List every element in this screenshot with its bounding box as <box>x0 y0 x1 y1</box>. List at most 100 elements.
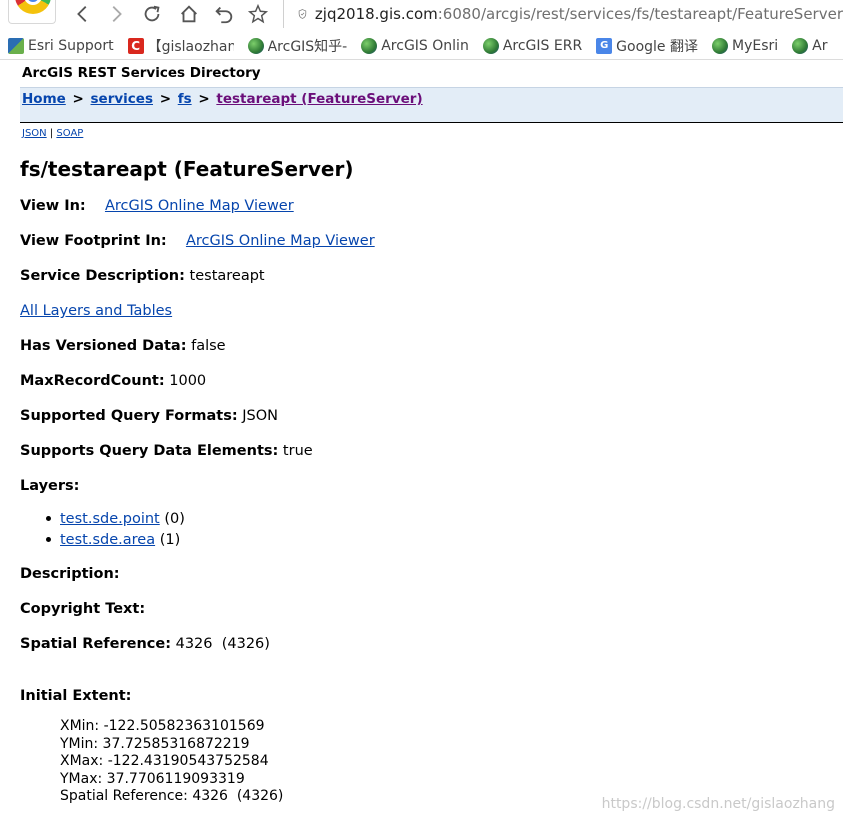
page-title: fs/testareapt (FeatureServer) <box>20 157 354 181</box>
bookmark-arcgis-online[interactable]: ArcGIS Onlin <box>361 37 469 54</box>
initial-extent-values: XMin: -122.50582363101569 YMin: 37.72585… <box>60 718 283 806</box>
bookmark-label: ArcGIS Onlin <box>381 37 469 54</box>
layer-link[interactable]: test.sde.area <box>60 532 155 548</box>
forward-icon[interactable] <box>104 2 128 26</box>
initial-extent-heading: Initial Extent: <box>20 688 131 704</box>
service-description-row: Service Description: testareapt <box>20 268 265 284</box>
bookmark-gislaozhang[interactable]: C 【gislaozhan <box>127 36 234 56</box>
service-description-label: Service Description: <box>20 268 185 284</box>
json-format-link[interactable]: JSON <box>22 128 47 139</box>
soap-format-link[interactable]: SOAP <box>56 128 83 139</box>
layer-id: (1) <box>159 531 181 548</box>
directory-title: ArcGIS REST Services Directory <box>22 65 261 81</box>
bookmarks-bar: Esri Support C 【gislaozhan ArcGIS知乎- Arc… <box>0 32 843 60</box>
reload-icon[interactable] <box>140 2 164 26</box>
extent-xmax: XMax: -122.43190543752584 <box>60 753 269 769</box>
description-row: Description: <box>20 566 120 582</box>
has-versioned-data-row: Has Versioned Data: false <box>20 338 226 354</box>
view-footprint-label: View Footprint In: <box>20 233 167 249</box>
query-data-elements-row: Supports Query Data Elements: true <box>20 443 313 459</box>
copyright-row: Copyright Text: <box>20 601 145 617</box>
bookmark-esri-support[interactable]: Esri Support <box>8 37 114 54</box>
bullet-icon <box>46 537 51 542</box>
layers-label: Layers: <box>20 478 80 494</box>
bookmark-label: MyEsri <box>732 37 779 54</box>
layers-heading: Layers: <box>20 478 79 494</box>
max-record-count-value: 1000 <box>169 373 207 389</box>
bookmark-google-translate[interactable]: G Google 翻译 <box>596 36 698 56</box>
all-layers-row: All Layers and Tables <box>20 303 172 319</box>
list-item: test.sde.point (0) <box>46 508 185 529</box>
url-host: zjq2018.gis.com <box>314 5 438 23</box>
query-data-elements-label: Supports Query Data Elements: <box>20 443 279 459</box>
view-footprint-map-viewer-link[interactable]: ArcGIS Online Map Viewer <box>186 233 375 249</box>
home-icon[interactable] <box>177 2 201 26</box>
bookmark-ar[interactable]: Ar <box>792 37 828 54</box>
breadcrumb-services-link[interactable]: services <box>91 91 153 107</box>
query-data-elements-value: true <box>282 443 313 459</box>
bookmark-label: Esri Support <box>28 37 114 54</box>
bookmark-label: ArcGIS ERR <box>502 37 583 54</box>
breadcrumb-current-link[interactable]: testareapt (FeatureServer) <box>216 91 422 107</box>
query-formats-row: Supported Query Formats: JSON <box>20 408 278 424</box>
csdn-icon: C <box>127 37 144 54</box>
globe-icon <box>247 37 264 54</box>
globe-icon <box>361 37 378 54</box>
bookmark-arcgis-zhihu[interactable]: ArcGIS知乎- <box>247 36 348 56</box>
google-translate-icon: G <box>596 37 613 54</box>
bookmark-label: ArcGIS知乎- <box>267 38 348 55</box>
breadcrumb-separator: > <box>72 91 84 107</box>
layer-id: (0) <box>164 510 185 527</box>
breadcrumb-home-link[interactable]: Home <box>22 91 66 107</box>
service-description-value: testareapt <box>189 268 265 284</box>
list-item: test.sde.area (1) <box>46 529 185 550</box>
has-versioned-data-label: Has Versioned Data: <box>20 338 187 354</box>
extent-spatial-reference: Spatial Reference: 4326 (4326) <box>60 788 284 804</box>
max-record-count-label: MaxRecordCount: <box>20 373 165 389</box>
breadcrumb: Home > services > fs > testareapt (Featu… <box>20 87 843 123</box>
bookmark-myesri[interactable]: MyEsri <box>712 37 779 54</box>
globe-icon <box>792 37 809 54</box>
watermark: https://blog.csdn.net/gislaozhang <box>601 796 835 812</box>
max-record-count-row: MaxRecordCount: 1000 <box>20 373 206 389</box>
back-icon[interactable] <box>71 2 95 26</box>
view-in-map-viewer-link[interactable]: ArcGIS Online Map Viewer <box>105 198 294 214</box>
layer-link[interactable]: test.sde.point <box>60 511 160 527</box>
address-bar[interactable]: zjq2018.gis.com:6080/arcgis/rest/service… <box>283 0 843 28</box>
spatial-reference-label: Spatial Reference: <box>20 636 171 652</box>
spatial-reference-row: Spatial Reference: 4326 (4326) <box>20 636 270 652</box>
esri-icon <box>8 37 24 54</box>
bookmark-label: Ar <box>812 37 828 54</box>
layers-list: test.sde.point (0) test.sde.area (1) <box>46 508 185 550</box>
view-in-label: View In: <box>20 198 86 214</box>
extent-xmin: XMin: -122.50582363101569 <box>60 718 265 734</box>
shield-icon <box>298 9 307 19</box>
view-in-row: View In: ArcGIS Online Map Viewer <box>20 198 294 214</box>
initial-extent-label: Initial Extent: <box>20 688 132 704</box>
view-footprint-row: View Footprint In: ArcGIS Online Map Vie… <box>20 233 375 249</box>
undo-icon[interactable] <box>212 2 236 26</box>
spatial-reference-value: 4326 (4326) <box>175 636 270 652</box>
browser-logo-icon <box>8 0 56 24</box>
bookmark-arcgis-err[interactable]: ArcGIS ERR <box>482 37 583 54</box>
has-versioned-data-value: false <box>191 338 226 354</box>
bookmark-label: Google 翻译 <box>616 38 698 55</box>
url-path: :6080/arcgis/rest/services/fs/testareapt… <box>437 5 843 23</box>
breadcrumb-separator: > <box>159 91 172 107</box>
extent-ymin: YMin: 37.72585316872219 <box>60 735 250 752</box>
star-icon[interactable] <box>246 2 270 26</box>
format-divider: | <box>49 128 54 139</box>
breadcrumb-fs-link[interactable]: fs <box>178 91 192 107</box>
description-label: Description: <box>20 566 120 582</box>
query-formats-label: Supported Query Formats: <box>20 408 238 424</box>
query-formats-value: JSON <box>242 408 279 424</box>
globe-icon <box>482 37 499 54</box>
breadcrumb-separator: > <box>198 91 210 107</box>
globe-icon <box>712 37 728 54</box>
all-layers-and-tables-link[interactable]: All Layers and Tables <box>20 303 172 319</box>
browser-toolbar: zjq2018.gis.com:6080/arcgis/rest/service… <box>0 0 843 30</box>
bookmark-label: 【gislaozhan <box>147 38 234 55</box>
format-links: JSON | SOAP <box>22 128 83 139</box>
bullet-icon <box>46 516 51 521</box>
extent-ymax: YMax: 37.7706119093319 <box>60 770 245 787</box>
